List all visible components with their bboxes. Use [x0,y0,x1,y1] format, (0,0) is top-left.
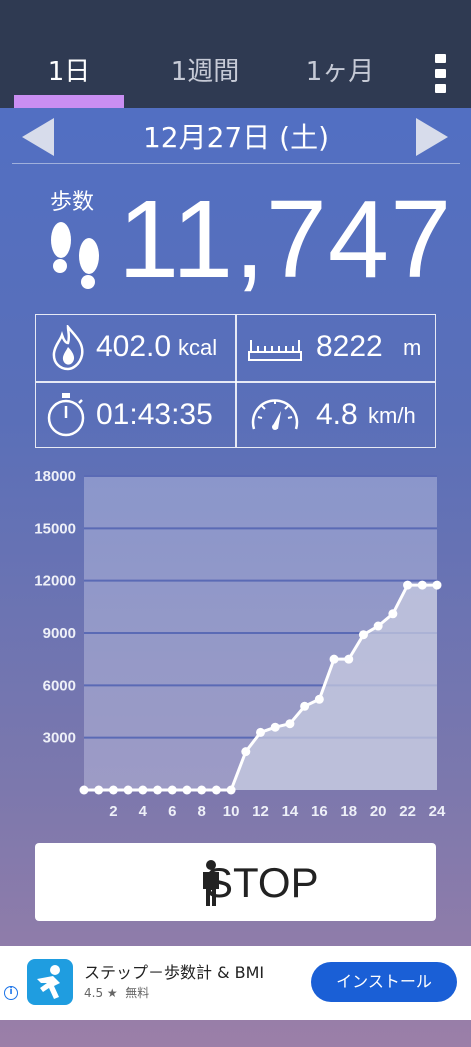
chart-data-point [285,719,295,729]
x-tick-label: 20 [370,803,387,820]
steps-chart-svg: 3000600090001200015000180002 4 6 8 10 12 14 16 1… [34,468,446,820]
chart-data-point [373,621,383,631]
current-date: 12月27日 (土) [142,121,329,154]
tab-bar: 1日 1週間 1ヶ月 [0,40,471,108]
distance-cell: 8222 m [236,315,436,379]
y-tick-label: 3000 [43,730,76,747]
x-tick-label: 22 [399,803,416,820]
chart-data-point [123,785,133,795]
y-tick-label: 15000 [34,520,76,537]
flame-icon [52,325,84,371]
chart-data-point [226,785,236,795]
x-tick-label: 2 [109,803,117,820]
x-tick-label: 4 [139,803,148,820]
chart-data-point [358,630,368,640]
speedometer-icon [251,399,299,430]
y-tick-label: 18000 [34,468,76,485]
chart-data-point [182,785,192,795]
chart-data-point [314,694,324,704]
chart-data-point [79,785,89,795]
distance-unit: m [403,335,422,360]
chart-data-point [153,785,163,795]
x-tick-label: 10 [223,803,240,820]
x-tick-label: 24 [429,803,446,820]
stats-grid: 402.0 kcal 8222 m 01:43:35 4.8 km/h [35,314,436,448]
ad-title: ステップ－歩数計 & BMI [84,963,265,982]
stopwatch-icon [47,393,85,437]
speed-cell: 4.8 km/h [236,383,436,447]
chart-data-point [432,580,442,590]
calories-cell: 402.0 kcal [36,315,235,379]
date-navigator: 12月27日 (土) [12,110,460,164]
tab-1-week[interactable]: 1週間 [150,52,260,92]
overflow-menu-icon[interactable] [430,54,450,94]
next-day-arrow-icon[interactable] [416,118,448,156]
distance-value: 8222 [316,330,383,363]
stop-button-label: STOP [205,859,319,906]
duration-cell: 01:43:35 [36,383,235,447]
stop-button[interactable]: STOP [35,843,436,921]
x-tick-label: 12 [252,803,269,820]
duration-value: 01:43:35 [96,398,213,431]
chart-data-point [300,701,310,711]
ad-price: 無料 [125,986,150,1000]
x-tick-label: 16 [311,803,328,820]
status-bar [0,0,471,40]
chart-data-point [417,580,427,590]
tab-1-day[interactable]: 1日 [14,52,124,92]
chart-data-point [138,785,148,795]
chart-data-point [197,785,207,795]
x-tick-label: 6 [168,803,176,820]
chart-data-point [344,654,354,664]
calories-value: 402.0 [96,330,172,363]
y-tick-label: 9000 [43,625,76,642]
ad-banner[interactable]: i ステップ－歩数計 & BMI 4.5 ★ 無料 インストール [0,946,471,1020]
x-tick-label: 8 [197,803,205,820]
ad-info-icon[interactable]: i [4,986,18,1000]
active-tab-indicator [14,95,124,108]
steps-count: 11,747 [118,178,453,301]
speed-unit: km/h [368,403,416,428]
y-tick-label: 6000 [43,677,76,694]
calories-unit: kcal [178,335,218,360]
ad-rating: 4.5 ★ [84,986,118,1000]
chart-data-point [329,654,339,664]
chart-data-point [256,727,265,737]
chart-data-point [167,785,177,795]
previous-day-arrow-icon[interactable] [22,118,54,156]
steps-label: 歩数 [50,190,95,215]
chart-data-point [108,785,118,795]
x-tick-label: 14 [282,803,299,820]
tab-1-month[interactable]: 1ヶ月 [285,52,395,92]
footprints-icon [51,222,99,289]
app-logo-icon [27,959,73,1005]
x-tick-label: 18 [340,803,357,820]
chart-data-point [94,785,104,795]
chart-data-point [403,580,413,590]
speed-value: 4.8 [316,398,358,431]
ad-meta: 4.5 ★ 無料 [84,984,149,1002]
install-button[interactable]: インストール [311,962,457,1002]
chart-data-point [241,747,251,757]
chart-data-point [211,785,221,795]
chart-data-point [270,722,280,732]
chart-data-point [388,609,398,619]
steps-chart: 3000 6000 9000 12000 15000 18000 2 4 6 8 10 12 14 16 1… [0,462,471,830]
y-tick-label: 12000 [34,573,76,590]
ruler-icon [248,340,302,361]
